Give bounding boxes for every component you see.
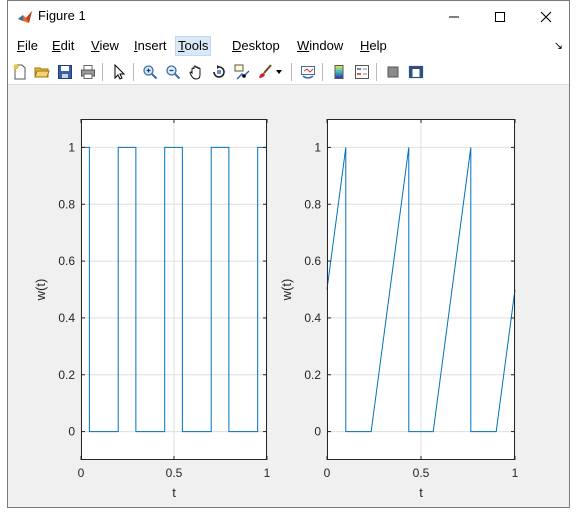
dock-figure-icon[interactable]: ↘ xyxy=(554,39,563,52)
y-tick-label: 0 xyxy=(68,425,75,439)
toolbar-separator xyxy=(133,63,134,81)
y-axis-label: w(t) xyxy=(33,279,48,302)
y-tick-label: 0.4 xyxy=(58,311,75,325)
save-icon[interactable] xyxy=(55,62,75,82)
plot-area[interactable]: 0 0.5 100.20.40.60.81tw(t)0 0.5 100.20.40.60… xyxy=(8,86,569,507)
menu-desktop[interactable]: Desktop xyxy=(230,36,282,56)
rotate-3d-icon[interactable] xyxy=(209,62,229,82)
y-tick-label: 0.6 xyxy=(58,254,75,268)
menu-view[interactable]: View xyxy=(89,36,121,56)
minimize-button[interactable] xyxy=(431,1,477,32)
y-tick-label: 0.8 xyxy=(58,197,75,211)
y-tick-label: 0.6 xyxy=(304,254,321,268)
x-tick-label: 0.5 xyxy=(166,466,183,480)
minimize-icon xyxy=(449,16,459,17)
x-axis-label: t xyxy=(419,485,423,500)
close-button[interactable] xyxy=(523,1,569,32)
toolbar-separator xyxy=(322,63,323,81)
y-tick-label: 1 xyxy=(68,140,75,154)
figure-toolbar xyxy=(8,58,569,85)
y-tick-label: 0 xyxy=(314,425,321,439)
window-title: Figure 1 xyxy=(38,8,86,23)
show-plot-tools-icon[interactable] xyxy=(406,62,426,82)
edit-plot-icon[interactable] xyxy=(109,62,129,82)
x-tick-label: 0 xyxy=(324,466,331,480)
y-axis-label: w(t) xyxy=(279,279,294,302)
figure-canvas: 0 0.5 1 0 0.2 0.4 0.6 0.8 1 t w(t) 0 0.5 1 0 0.2 0.4 0.6 0… xyxy=(8,86,569,507)
toolbar-separator xyxy=(291,63,292,81)
menu-tools[interactable]: Tools xyxy=(175,36,212,56)
print-icon[interactable] xyxy=(78,62,98,82)
matlab-logo-icon xyxy=(17,9,33,25)
x-tick-label: 1 xyxy=(512,466,519,480)
open-file-icon[interactable] xyxy=(32,62,52,82)
new-figure-icon[interactable] xyxy=(10,62,30,82)
menu-help[interactable]: Help xyxy=(358,36,389,56)
title-bar: Figure 1 xyxy=(8,1,569,32)
y-tick-label: 1 xyxy=(314,140,321,154)
menu-bar: File Edit View Insert Tools Desktop Wind… xyxy=(8,32,569,58)
x-tick-label: 1 xyxy=(264,466,271,480)
y-tick-label: 0.2 xyxy=(58,368,75,382)
maximize-icon xyxy=(495,11,505,22)
data-cursor-icon[interactable] xyxy=(232,62,252,82)
legend-icon[interactable] xyxy=(352,62,372,82)
brush-icon[interactable] xyxy=(255,62,275,82)
x-tick-label: 0.5 xyxy=(413,466,430,480)
maximize-button[interactable] xyxy=(477,1,523,32)
link-plot-icon[interactable] xyxy=(298,62,318,82)
axes-2: 0 0.5 1 0 0.2 0.4 0.6 0.8 1 t w(t) xyxy=(279,119,519,500)
axes-1: 0 0.5 1 0 0.2 0.4 0.6 0.8 1 t w(t) xyxy=(33,119,271,500)
pan-icon[interactable] xyxy=(186,62,206,82)
menu-window[interactable]: Window xyxy=(295,36,345,56)
zoom-out-icon[interactable] xyxy=(163,62,183,82)
y-tick-label: 0.8 xyxy=(304,197,321,211)
y-tick-label: 0.4 xyxy=(304,311,321,325)
y-tick-label: 0.2 xyxy=(304,368,321,382)
close-icon xyxy=(540,11,552,22)
toolbar-separator xyxy=(102,63,103,81)
menu-file[interactable]: File xyxy=(15,36,40,56)
figure-window: Figure 1 File Edit View Insert Tools Des… xyxy=(7,0,570,508)
menu-insert[interactable]: Insert xyxy=(132,36,169,56)
zoom-in-icon[interactable] xyxy=(140,62,160,82)
brush-dropdown-icon[interactable] xyxy=(274,62,284,82)
hide-plot-tools-icon[interactable] xyxy=(383,62,403,82)
x-tick-label: 0 xyxy=(78,466,85,480)
colorbar-icon[interactable] xyxy=(329,62,349,82)
toolbar-separator xyxy=(376,63,377,81)
menu-edit[interactable]: Edit xyxy=(50,36,76,56)
x-axis-label: t xyxy=(172,485,176,500)
